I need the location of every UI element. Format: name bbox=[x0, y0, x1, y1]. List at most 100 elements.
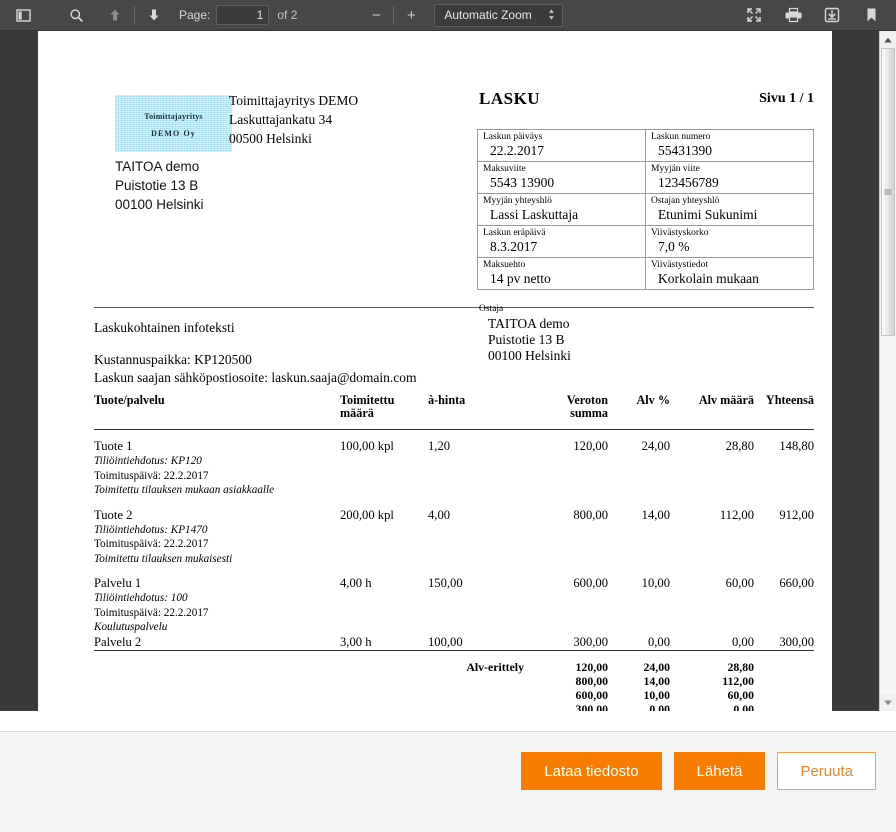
supplier-city: 00500 Helsinki bbox=[229, 131, 312, 146]
chevron-updown-icon bbox=[548, 9, 555, 22]
download-file-button[interactable]: Lataa tiedosto bbox=[521, 752, 662, 790]
info-cell: Viivästyskorko 7,0 % bbox=[645, 225, 814, 258]
send-button[interactable]: Lähetä bbox=[673, 752, 766, 790]
row-vat-pct: 14,00 bbox=[641, 507, 670, 522]
row-vat-amount: 0,00 bbox=[731, 634, 754, 649]
cancel-button[interactable]: Peruuta bbox=[777, 752, 876, 790]
toolbar-right-group bbox=[739, 3, 896, 28]
info-value: Etunimi Sukunimi bbox=[658, 207, 758, 222]
row-product-name: Palvelu 1 bbox=[94, 576, 142, 590]
vat-pct: 0,00 bbox=[649, 701, 670, 712]
info-value: 22.2.2017 bbox=[490, 143, 544, 158]
info-cell: Myyjän yhteyshlö Lassi Laskuttaja bbox=[477, 193, 646, 226]
col-net-line1: Veroton bbox=[566, 393, 608, 407]
sidebar-toggle-icon[interactable] bbox=[9, 3, 37, 28]
vat-summary-label: Alv-erittely bbox=[466, 659, 524, 674]
bookmark-icon[interactable] bbox=[857, 3, 885, 28]
info-label: Maksuehto bbox=[483, 260, 526, 270]
rule-cell bbox=[340, 649, 428, 660]
supplier-address: Toimittajayritys DEMO Laskuttajankatu 34… bbox=[229, 91, 469, 148]
info-cell: Laskun päiväys 22.2.2017 bbox=[477, 129, 646, 162]
logo-line-2: DEMO Oy bbox=[151, 129, 196, 138]
col-vat-pct: Alv % bbox=[608, 394, 670, 430]
col-delivered-qty: Toimitettu määrä bbox=[340, 394, 428, 430]
row-vat-pct: 24,00 bbox=[641, 439, 670, 453]
col-delivered-line2: määrä bbox=[340, 406, 374, 420]
recipient-street-top: Puistotie 13 B bbox=[115, 178, 199, 193]
info-cell: Viivästystiedot Korkolain mukaan bbox=[645, 257, 814, 290]
row-total: 148,80 bbox=[779, 439, 814, 453]
download-icon[interactable] bbox=[818, 3, 846, 28]
row-qty: 100,00 kpl bbox=[340, 439, 394, 453]
fullscreen-icon[interactable] bbox=[740, 3, 768, 28]
pdf-preview-dialog: Page: of 2 − + Automatic Zoom bbox=[0, 0, 896, 832]
scroll-up-arrow-icon[interactable] bbox=[880, 31, 896, 48]
table-row: Tuote 1 Tiliöintiehdotus: KP120 Toimitus… bbox=[94, 430, 814, 498]
row-sub-1: Tiliöintiehdotus: 100 bbox=[94, 592, 188, 604]
zoom-level-select[interactable]: Automatic Zoom bbox=[434, 3, 564, 27]
row-net: 120,00 bbox=[573, 439, 608, 453]
row-total: 300,00 bbox=[779, 634, 814, 649]
page-number-input[interactable] bbox=[216, 5, 270, 25]
row-total: 912,00 bbox=[779, 507, 814, 522]
toolbar-divider bbox=[134, 6, 135, 24]
vat-spacer bbox=[428, 702, 524, 712]
pdf-toolbar: Page: of 2 − + Automatic Zoom bbox=[0, 0, 896, 31]
info-label: Myyjän viite bbox=[651, 164, 700, 174]
print-icon[interactable] bbox=[779, 3, 807, 28]
row-product: Tuote 2 Tiliöintiehdotus: KP1470 Toimitu… bbox=[94, 498, 340, 567]
vat-amount: 112,00 bbox=[722, 673, 754, 688]
search-icon[interactable] bbox=[62, 3, 90, 28]
col-delivered-line1: Toimitettu bbox=[340, 393, 395, 407]
scrollbar-track[interactable] bbox=[880, 48, 896, 694]
info-label: Laskun numero bbox=[651, 132, 711, 142]
recipient-address-top: TAITOA demo Puistotie 13 B 00100 Helsink… bbox=[115, 157, 315, 214]
col-net-sum: Veroton summa bbox=[524, 394, 608, 430]
row-sub-3: Toimitettu tilauksen mukaisesti bbox=[94, 552, 233, 565]
row-vat-amount: 28,80 bbox=[725, 439, 754, 453]
pdf-viewer-area[interactable]: Toimittajayritys DEMO Oy Toimittajayrity… bbox=[0, 31, 896, 711]
cost-center-text: Kustannuspaikka: KP120500 bbox=[94, 352, 252, 367]
vat-pct: 14,00 bbox=[643, 673, 670, 688]
row-sub-1: Tiliöintiehdotus: KP1470 bbox=[94, 523, 208, 536]
col-vat-amount: Alv määrä bbox=[670, 394, 754, 430]
vat-spacer bbox=[340, 660, 428, 674]
row-qty: 3,00 h bbox=[340, 634, 372, 649]
vat-net: 800,00 bbox=[575, 673, 608, 688]
row-net: 600,00 bbox=[573, 576, 608, 590]
info-cell: Ostajan yhteyshlö Etunimi Sukunimi bbox=[645, 193, 814, 226]
row-product: Palvelu 2 bbox=[94, 634, 142, 649]
invoice-info-text: Laskukohtainen infoteksti bbox=[94, 320, 235, 335]
vat-summary-row: 800,00 14,00 112,00 bbox=[94, 674, 814, 688]
vat-blank bbox=[754, 660, 814, 674]
scrollbar-thumb[interactable] bbox=[881, 48, 895, 336]
zoom-divider bbox=[393, 6, 395, 24]
page-up-icon[interactable] bbox=[101, 3, 129, 28]
row-vat-pct: 0,00 bbox=[647, 634, 670, 649]
zoom-out-button[interactable]: − bbox=[363, 4, 389, 26]
zoom-in-button[interactable]: + bbox=[398, 4, 424, 26]
table-bottom-rule-row bbox=[94, 649, 814, 660]
vat-net: 300,00 bbox=[575, 701, 608, 712]
row-price: 150,00 bbox=[428, 576, 463, 590]
vat-spacer bbox=[340, 702, 428, 712]
rule-cell bbox=[94, 649, 340, 660]
row-sub-3: Koulutuspalvelu bbox=[94, 621, 168, 633]
info-label: Viivästystiedot bbox=[651, 260, 708, 270]
buyer-block: Ostaja TAITOA demo Puistotie 13 B 00100 … bbox=[479, 303, 729, 364]
row-sub-2: Toimituspäivä: 22.2.2017 bbox=[94, 538, 209, 550]
action-button-group: Lataa tiedosto Lähetä Peruuta bbox=[521, 752, 876, 790]
info-value: 14 pv netto bbox=[490, 271, 551, 286]
vat-amount: 60,00 bbox=[727, 687, 754, 702]
row-price: 100,00 bbox=[428, 634, 463, 649]
col-unit-price: à-hinta bbox=[428, 394, 524, 430]
page-down-icon[interactable] bbox=[140, 3, 168, 28]
buyer-street: Puistotie 13 B bbox=[488, 332, 565, 347]
row-vat-amount: 112,00 bbox=[719, 507, 754, 522]
zoom-level-value: Automatic Zoom bbox=[444, 8, 532, 22]
table-row: Palvelu 1 Tiliöintiehdotus: 100 Toimitus… bbox=[94, 566, 814, 635]
vertical-scrollbar[interactable] bbox=[879, 31, 896, 711]
info-label: Viivästyskorko bbox=[651, 228, 709, 238]
row-product-name: Tuote 1 bbox=[94, 439, 133, 453]
scroll-down-arrow-icon[interactable] bbox=[880, 694, 896, 711]
